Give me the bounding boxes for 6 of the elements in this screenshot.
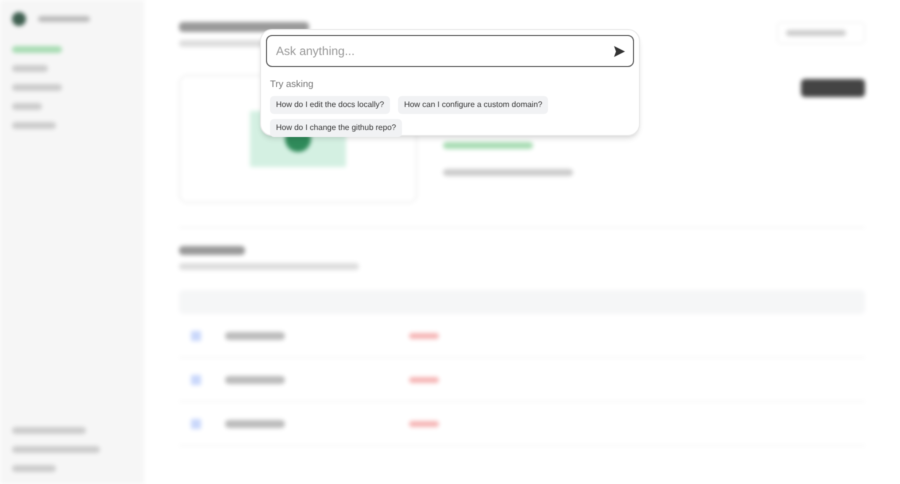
suggestion-chip[interactable]: How can I configure a custom domain? — [398, 96, 548, 114]
send-icon[interactable] — [614, 46, 625, 56]
suggestion-chip[interactable]: How do I edit the docs locally? — [270, 96, 390, 114]
suggestion-chip[interactable]: How do I change the github repo? — [270, 119, 402, 138]
try-asking-heading: Try asking — [270, 78, 314, 92]
ask-field[interactable]: Ask anything... — [266, 35, 634, 67]
